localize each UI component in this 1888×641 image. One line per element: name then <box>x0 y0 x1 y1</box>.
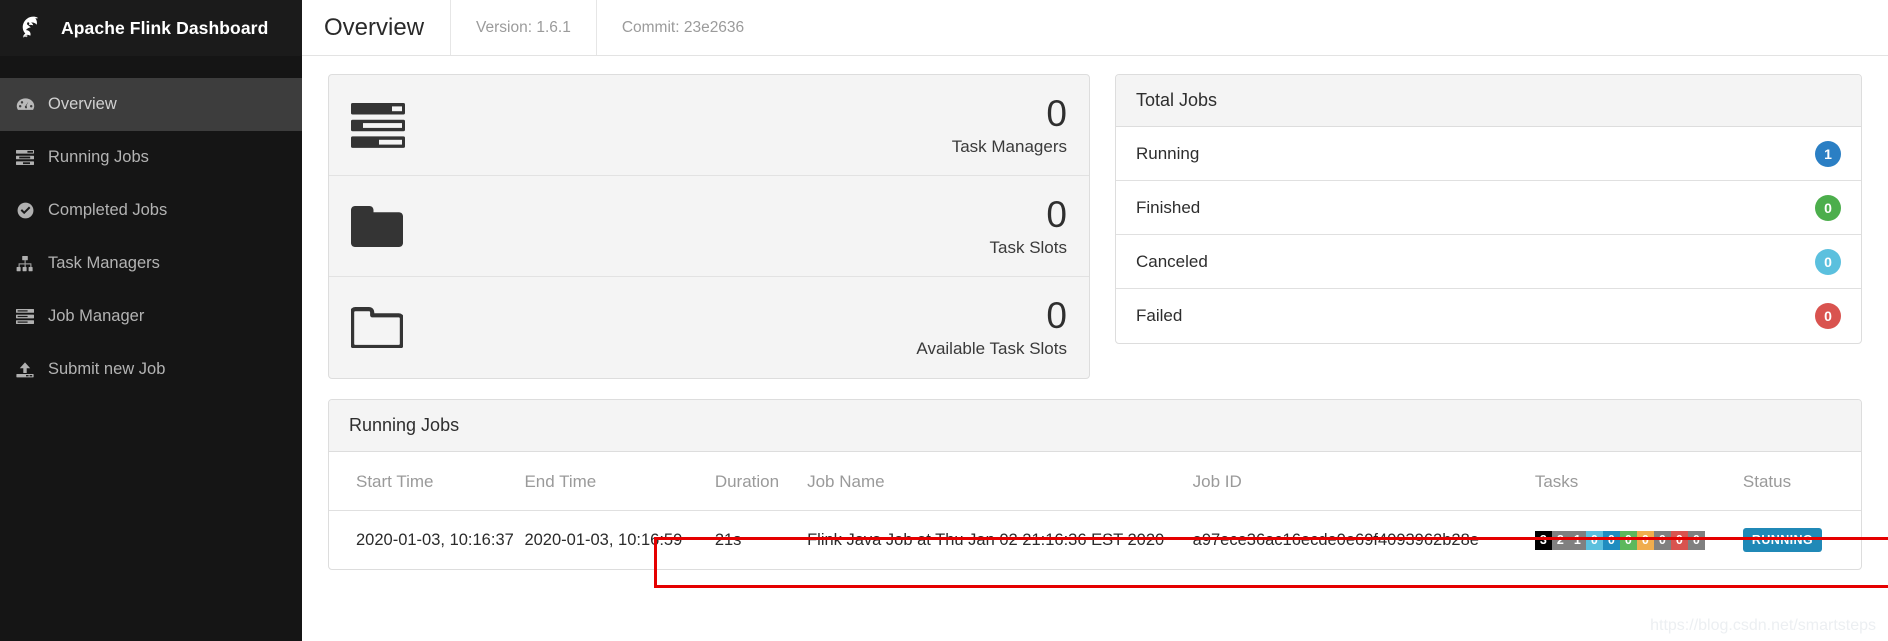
version-label: Version: 1.6.1 <box>450 0 596 55</box>
task-status-cell-5: 0 <box>1619 530 1637 550</box>
total-jobs-row-finished: Finished 0 <box>1116 181 1861 235</box>
server-icon <box>14 307 36 326</box>
sidebar-item-label: Submit new Job <box>48 360 166 379</box>
total-jobs-row-canceled: Canceled 0 <box>1116 235 1861 289</box>
flink-dashboard-app: Apache Flink Dashboard Overview Running … <box>0 0 1888 641</box>
folder-outline-icon <box>351 307 425 348</box>
stat-value: 0 <box>1046 295 1067 337</box>
status-badge-canceled: 0 <box>1815 248 1841 275</box>
column-header-job-name[interactable]: Job Name <box>779 452 1193 511</box>
status-badge-running: 1 <box>1815 140 1841 167</box>
task-status-cell-2: 1 <box>1568 530 1586 550</box>
top-bar: Overview Version: 1.6.1 Commit: 23e2636 <box>302 0 1888 56</box>
task-status-cell-1: 2 <box>1551 530 1569 550</box>
task-status-bar: 3210000000 <box>1534 530 1705 550</box>
total-jobs-title: Total Jobs <box>1116 75 1861 127</box>
sidebar-item-running-jobs[interactable]: Running Jobs <box>0 131 302 184</box>
total-jobs-row-failed: Failed 0 <box>1116 289 1861 343</box>
stat-value: 0 <box>1046 193 1067 235</box>
cell-end-time: 2020-01-03, 10:16:59 <box>524 530 683 549</box>
main-content: Overview Version: 1.6.1 Commit: 23e2636 <box>302 0 1888 641</box>
cell-status: RUNNING <box>1742 511 1861 570</box>
task-status-cell-0: 3 <box>1534 530 1552 550</box>
watermark-text: https://blog.csdn.net/smartsteps <box>1650 617 1876 634</box>
table-body: 2020-01-03, 10:16:37 2020-01-03, 10:16:5… <box>329 511 1861 570</box>
commit-label: Commit: 23e2636 <box>595 0 769 55</box>
stat-label: Task Slots <box>989 237 1067 257</box>
running-jobs-title: Running Jobs <box>329 400 1861 452</box>
status-badge-failed: 0 <box>1815 303 1841 329</box>
cell-duration: 21s <box>714 530 742 549</box>
cell-job-id[interactable]: a97ece36ac16ecde0e69f4093962b28e <box>1193 511 1535 570</box>
stat-value: 0 <box>1046 92 1067 134</box>
cell-start-time: 2020-01-03, 10:16:37 <box>356 530 514 549</box>
total-jobs-row-running: Running 1 <box>1116 127 1861 181</box>
sidebar-item-submit-new-job[interactable]: Submit new Job <box>0 343 302 396</box>
stat-value-block: 0 Task Slots <box>425 196 1067 256</box>
page-title: Overview <box>324 13 425 41</box>
column-header-tasks[interactable]: Tasks <box>1535 452 1743 511</box>
sidebar-spacer <box>0 56 302 78</box>
sidebar: Apache Flink Dashboard Overview Running … <box>0 0 302 641</box>
task-status-cell-3: 0 <box>1585 530 1603 550</box>
task-status-cell-4: 0 <box>1602 530 1620 550</box>
sidebar-item-label: Completed Jobs <box>48 201 168 220</box>
sidebar-item-label: Running Jobs <box>48 148 149 167</box>
upload-icon <box>14 360 36 379</box>
stat-value-block: 0 Available Task Slots <box>425 297 1067 357</box>
sidebar-item-overview[interactable]: Overview <box>0 78 302 131</box>
column-header-status[interactable]: Status <box>1743 452 1861 511</box>
status-badge: RUNNING <box>1742 528 1823 552</box>
column-header-end-time[interactable]: End Time <box>524 452 714 511</box>
content-area: 0 Task Managers 0 Task Slots 0 Available… <box>302 56 1888 570</box>
dashboard-icon <box>14 95 36 114</box>
column-header-duration[interactable]: Duration <box>715 452 779 511</box>
sidebar-item-task-managers[interactable]: Task Managers <box>0 237 302 290</box>
status-badge-finished: 0 <box>1815 194 1841 221</box>
stat-label: Task Managers <box>951 136 1067 156</box>
stat-task-managers: 0 Task Managers <box>329 75 1089 176</box>
table-header-row: Start Time End Time Duration Job Name Jo… <box>329 452 1861 511</box>
task-status-cell-9: 0 <box>1687 530 1705 550</box>
total-jobs-label: Finished <box>1136 197 1201 217</box>
sidebar-item-job-manager[interactable]: Job Manager <box>0 290 302 343</box>
stat-value-block: 0 Task Managers <box>425 95 1067 155</box>
total-jobs-panel: Total Jobs Running 1 Finished 0 Canceled… <box>1115 74 1862 344</box>
tasks-list-icon <box>14 148 36 167</box>
table-header: Start Time End Time Duration Job Name Jo… <box>329 452 1861 511</box>
column-header-job-id[interactable]: Job ID <box>1193 452 1535 511</box>
sidebar-item-label: Job Manager <box>48 307 145 326</box>
total-jobs-label: Canceled <box>1136 251 1208 271</box>
task-status-cell-7: 0 <box>1653 530 1671 550</box>
sidebar-item-label: Overview <box>48 95 117 114</box>
running-jobs-panel: Running Jobs Start Time End Time Duratio… <box>328 399 1862 570</box>
app-title: Apache Flink Dashboard <box>61 17 269 38</box>
sidebar-item-completed-jobs[interactable]: Completed Jobs <box>0 184 302 237</box>
sidebar-nav: Overview Running Jobs Completed Jobs Tas… <box>0 78 302 396</box>
total-jobs-label: Failed <box>1136 306 1183 325</box>
overview-top-row: 0 Task Managers 0 Task Slots 0 Available… <box>328 74 1862 379</box>
sitemap-icon <box>14 254 36 273</box>
check-circle-icon <box>14 201 36 220</box>
stat-task-slots: 0 Task Slots <box>329 176 1089 277</box>
total-jobs-label: Running <box>1136 143 1200 163</box>
table-row[interactable]: 2020-01-03, 10:16:37 2020-01-03, 10:16:5… <box>329 511 1861 570</box>
cell-job-name[interactable]: Flink Java Job at Thu Jan 02 21:16:36 ES… <box>779 511 1193 570</box>
stat-label: Available Task Slots <box>916 339 1067 359</box>
task-status-cell-8: 0 <box>1670 530 1688 550</box>
task-manager-bars-icon <box>351 102 425 148</box>
flink-squirrel-logo-icon <box>14 11 48 45</box>
sidebar-item-label: Task Managers <box>48 254 160 273</box>
column-header-start-time[interactable]: Start Time <box>329 452 524 511</box>
stat-available-task-slots: 0 Available Task Slots <box>329 277 1089 378</box>
sidebar-header: Apache Flink Dashboard <box>0 0 302 56</box>
cell-tasks: 3210000000 <box>1534 511 1743 570</box>
folder-filled-icon <box>351 205 425 247</box>
running-jobs-table: Start Time End Time Duration Job Name Jo… <box>329 452 1861 569</box>
task-status-cell-6: 0 <box>1636 530 1654 550</box>
cluster-stats-panel: 0 Task Managers 0 Task Slots 0 Available… <box>328 74 1090 379</box>
